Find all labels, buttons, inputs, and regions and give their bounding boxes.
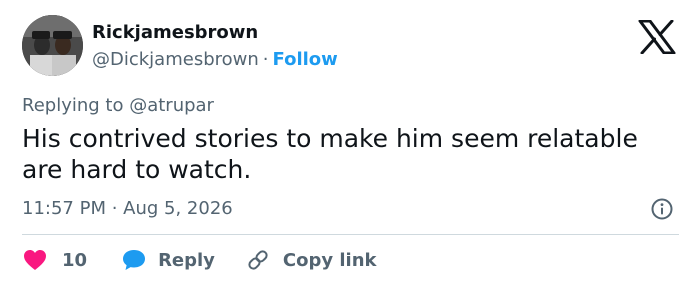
- display-name[interactable]: Rickjamesbrown: [92, 22, 258, 43]
- user-handle[interactable]: @Dickjamesbrown: [92, 49, 259, 70]
- copy-link-button[interactable]: Copy link: [246, 248, 377, 272]
- like-button[interactable]: 10: [22, 248, 87, 272]
- reply-button[interactable]: Reply: [121, 248, 215, 272]
- avatar[interactable]: [22, 15, 83, 76]
- handle-line: @Dickjamesbrown · Follow: [92, 49, 338, 70]
- action-bar: 10 Reply Copy link: [22, 246, 377, 274]
- speech-bubble-icon: [121, 248, 147, 272]
- like-count: 10: [62, 249, 88, 271]
- reply-label: Reply: [158, 249, 215, 271]
- tweet-text: His contrived stories to make him seem r…: [22, 124, 638, 184]
- link-icon: [246, 248, 270, 272]
- copy-link-label: Copy link: [282, 249, 377, 271]
- x-logo-icon[interactable]: [638, 19, 676, 55]
- tweet-card: Rickjamesbrown @Dickjamesbrown · Follow Re…: [0, 0, 700, 287]
- follow-button[interactable]: Follow: [273, 49, 338, 70]
- separator-dot: ·: [262, 49, 269, 70]
- info-icon[interactable]: [651, 198, 673, 220]
- timestamp[interactable]: 11:57 PM · Aug 5, 2026: [22, 198, 233, 219]
- heart-icon: [22, 248, 48, 272]
- replying-to[interactable]: Replying to @atrupar: [22, 95, 214, 116]
- divider: [22, 234, 679, 235]
